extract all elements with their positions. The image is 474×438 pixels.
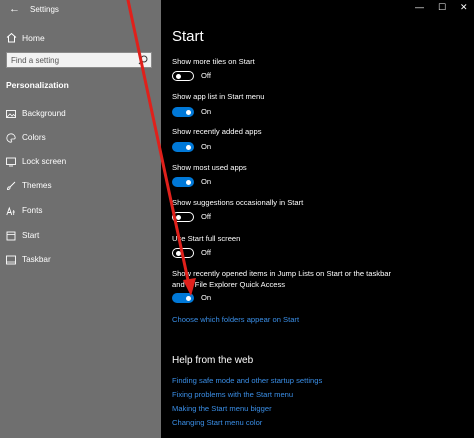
setting-label-jump-lists: Show recently opened items in Jump Lists… <box>172 269 392 289</box>
setting-label-app-list: Show app list in Start menu <box>172 92 265 101</box>
toggle-jump-lists[interactable] <box>172 293 194 303</box>
toggle-suggestions[interactable] <box>172 212 194 222</box>
sidebar-section-label: Personalization <box>6 80 69 90</box>
sidebar-item-background[interactable]: Background <box>0 105 161 123</box>
help-link-fix-start[interactable]: Fixing problems with the Start menu <box>172 390 293 399</box>
help-link-start-color[interactable]: Changing Start menu color <box>172 418 262 427</box>
setting-label-full-screen: Use Start full screen <box>172 234 241 243</box>
home-icon <box>6 32 17 43</box>
setting-label-recent-apps: Show recently added apps <box>172 127 262 136</box>
toggle-state-more-tiles: Off <box>201 71 211 80</box>
toggle-app-list[interactable] <box>172 107 194 117</box>
sidebar-item-label: Start <box>22 231 40 240</box>
maximize-button[interactable]: ☐ <box>438 2 446 13</box>
toggle-more-tiles[interactable] <box>172 71 194 81</box>
window-title: Settings <box>30 5 59 14</box>
setting-label-more-tiles: Show more tiles on Start <box>172 57 255 66</box>
sidebar-item-label: Taskbar <box>22 255 51 264</box>
sidebar-item-fonts[interactable]: Fonts <box>0 202 161 220</box>
help-link-bigger-start[interactable]: Making the Start menu bigger <box>172 404 272 413</box>
brush-icon <box>7 181 16 190</box>
taskbar-icon <box>6 255 16 265</box>
toggle-state-suggestions: Off <box>201 212 211 221</box>
minimize-button[interactable]: — <box>415 2 424 12</box>
start-icon <box>6 231 16 241</box>
search-input[interactable] <box>11 53 131 67</box>
search-box[interactable] <box>6 52 152 68</box>
close-button[interactable]: ✕ <box>460 2 468 13</box>
sidebar-item-taskbar[interactable]: Taskbar <box>0 251 161 269</box>
settings-content: — ☐ ✕ Start Show more tiles on Start Off… <box>161 0 474 438</box>
image-icon <box>6 110 16 118</box>
palette-icon <box>6 133 16 143</box>
nav-home[interactable]: Home <box>0 28 161 48</box>
page-title: Start <box>172 28 204 45</box>
sidebar-item-label: Colors <box>22 133 46 142</box>
title-bar: ← Settings <box>0 0 161 20</box>
font-icon <box>6 206 15 216</box>
toggle-full-screen[interactable] <box>172 248 194 258</box>
toggle-state-full-screen: Off <box>201 248 211 257</box>
lock-screen-icon <box>6 157 16 167</box>
sidebar-item-themes[interactable]: Themes <box>0 177 161 195</box>
toggle-state-recent-apps: On <box>201 142 212 151</box>
toggle-state-most-used: On <box>201 177 212 186</box>
search-icon[interactable] <box>138 55 148 65</box>
sidebar-item-label: Background <box>22 109 66 118</box>
help-link-safe-mode[interactable]: Finding safe mode and other startup sett… <box>172 376 322 385</box>
help-section-title: Help from the web <box>172 355 254 366</box>
sidebar-item-label: Lock screen <box>22 157 67 166</box>
toggle-recent-apps[interactable] <box>172 142 194 152</box>
settings-sidebar: ← Settings Home Personalization Backgrou… <box>0 0 161 438</box>
toggle-most-used[interactable] <box>172 177 194 187</box>
toggle-state-jump-lists: On <box>201 293 212 302</box>
back-arrow-icon[interactable]: ← <box>9 3 20 15</box>
sidebar-item-label: Themes <box>22 181 52 190</box>
sidebar-item-lock-screen[interactable]: Lock screen <box>0 153 161 171</box>
toggle-state-app-list: On <box>201 107 212 116</box>
sidebar-item-label: Fonts <box>22 206 43 215</box>
nav-home-label: Home <box>22 33 45 43</box>
sidebar-item-start[interactable]: Start <box>0 227 161 245</box>
sidebar-item-colors[interactable]: Colors <box>0 129 161 147</box>
choose-folders-link[interactable]: Choose which folders appear on Start <box>172 315 299 324</box>
setting-label-suggestions: Show suggestions occasionally in Start <box>172 198 304 207</box>
setting-label-most-used: Show most used apps <box>172 163 247 172</box>
